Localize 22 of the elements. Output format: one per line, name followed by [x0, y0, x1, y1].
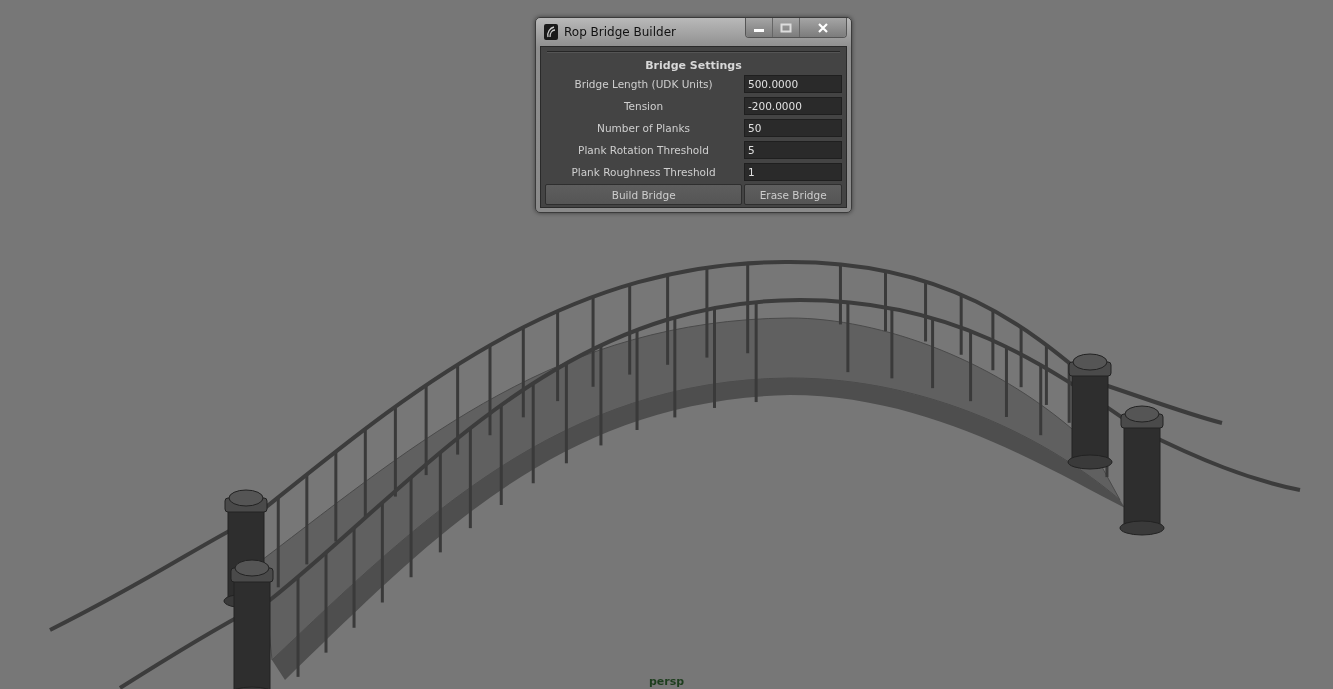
input-field[interactable]: 50 [744, 119, 842, 137]
maximize-button[interactable] [773, 18, 800, 37]
camera-label: persp [648, 675, 685, 688]
close-button[interactable] [800, 18, 846, 37]
app-icon [544, 24, 558, 40]
field-label: Tension [622, 100, 665, 112]
field-label: Plank Roughness Threshold [570, 166, 717, 178]
action-button[interactable]: Erase Bridge [744, 184, 842, 205]
minimize-button[interactable] [746, 18, 773, 37]
section-heading: Bridge Settings [644, 59, 743, 73]
field-label: Plank Rotation Threshold [577, 144, 710, 156]
input-field[interactable]: 500.0000 [744, 75, 842, 93]
maximize-icon [780, 22, 792, 33]
input-field[interactable]: 1 [744, 163, 842, 181]
minimize-icon [754, 29, 764, 32]
input-field[interactable]: -200.0000 [744, 97, 842, 115]
close-icon [817, 22, 829, 33]
field-label: Number of Planks [596, 122, 691, 134]
window-title: Rop Bridge Builder [564, 25, 677, 39]
field-label: Bridge Length (UDK Units) [573, 78, 714, 90]
action-button[interactable]: Build Bridge [545, 184, 743, 205]
input-field[interactable]: 5 [744, 141, 842, 159]
